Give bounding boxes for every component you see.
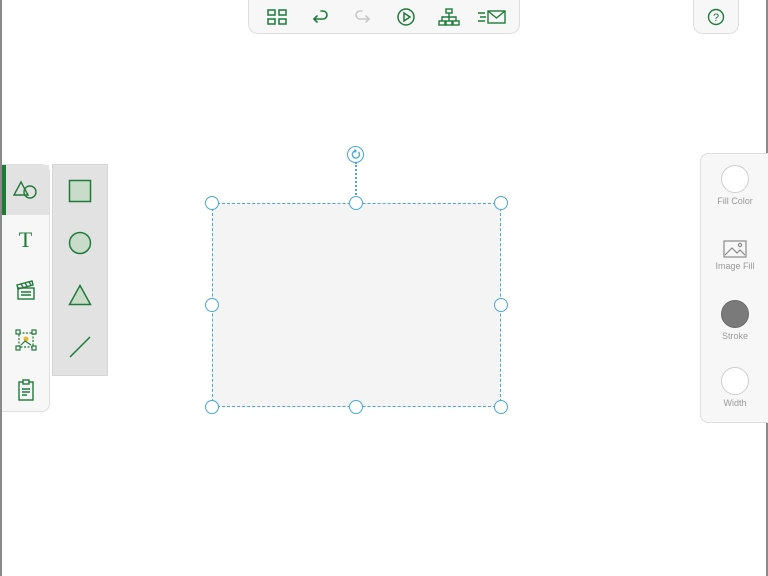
- send-mail-icon: [477, 9, 506, 24]
- undo-icon: [312, 9, 328, 23]
- text-tool-button[interactable]: T: [2, 215, 49, 265]
- line-shape-icon: [69, 336, 91, 358]
- grid-view-button[interactable]: [262, 2, 292, 32]
- stroke-label: Stroke: [721, 331, 748, 341]
- resize-handle-bottom[interactable]: [349, 400, 363, 414]
- triangle-shape-icon: [68, 284, 92, 306]
- resize-handle-bottom-right[interactable]: [494, 400, 508, 414]
- shapes-tool-button[interactable]: [2, 165, 49, 215]
- width-swatch: [721, 367, 749, 395]
- image-fill-icon: [723, 240, 747, 258]
- square-shape-button[interactable]: [53, 165, 107, 217]
- left-tool-bar: T: [2, 164, 50, 412]
- image-insert-icon: [14, 329, 37, 351]
- fill-color-swatch: [721, 165, 749, 193]
- sitemap-button[interactable]: [434, 2, 464, 32]
- rotate-icon: [351, 149, 361, 159]
- undo-button[interactable]: [305, 2, 335, 32]
- top-toolbar: [248, 0, 520, 34]
- image-fill-control[interactable]: Image Fill: [701, 240, 768, 271]
- shapes-icon: [12, 180, 37, 199]
- image-insert-tool-button[interactable]: [2, 315, 49, 365]
- resize-handle-top[interactable]: [349, 196, 363, 210]
- width-control[interactable]: Width: [701, 367, 768, 408]
- text-icon: T: [18, 227, 33, 252]
- sitemap-icon: [437, 7, 460, 26]
- media-icon: [15, 280, 35, 300]
- properties-panel: Fill Color Image Fill Stroke Width: [700, 153, 768, 423]
- shape-picker-panel: [52, 164, 108, 376]
- send-mail-button[interactable]: [477, 2, 507, 32]
- grid-view-icon: [266, 8, 287, 25]
- circle-shape-button[interactable]: [53, 217, 107, 269]
- rotate-handle[interactable]: [347, 146, 364, 163]
- line-shape-button[interactable]: [53, 321, 107, 373]
- stroke-swatch: [721, 300, 749, 328]
- triangle-shape-button[interactable]: [53, 269, 107, 321]
- help-label: ?: [713, 12, 719, 24]
- help-icon: ?: [707, 8, 725, 25]
- fill-color-label: Fill Color: [717, 196, 753, 206]
- square-shape-icon: [68, 179, 92, 203]
- circle-shape-icon: [68, 231, 92, 255]
- fill-color-control[interactable]: Fill Color: [701, 165, 768, 206]
- resize-handle-top-left[interactable]: [205, 196, 219, 210]
- image-fill-label: Image Fill: [715, 261, 755, 271]
- resize-handle-left[interactable]: [205, 298, 219, 312]
- play-button[interactable]: [391, 2, 421, 32]
- redo-button[interactable]: [348, 2, 378, 32]
- resize-handle-bottom-left[interactable]: [205, 400, 219, 414]
- play-icon: [396, 7, 415, 26]
- help-button[interactable]: ?: [693, 0, 739, 34]
- stroke-control[interactable]: Stroke: [701, 300, 768, 341]
- clipboard-icon: [17, 379, 34, 401]
- selected-rectangle-shape[interactable]: [212, 203, 501, 407]
- resize-handle-right[interactable]: [494, 298, 508, 312]
- redo-icon: [354, 9, 370, 23]
- width-label: Width: [723, 398, 747, 408]
- media-tool-button[interactable]: [2, 265, 49, 315]
- clipboard-tool-button[interactable]: [2, 365, 49, 415]
- resize-handle-top-right[interactable]: [494, 196, 508, 210]
